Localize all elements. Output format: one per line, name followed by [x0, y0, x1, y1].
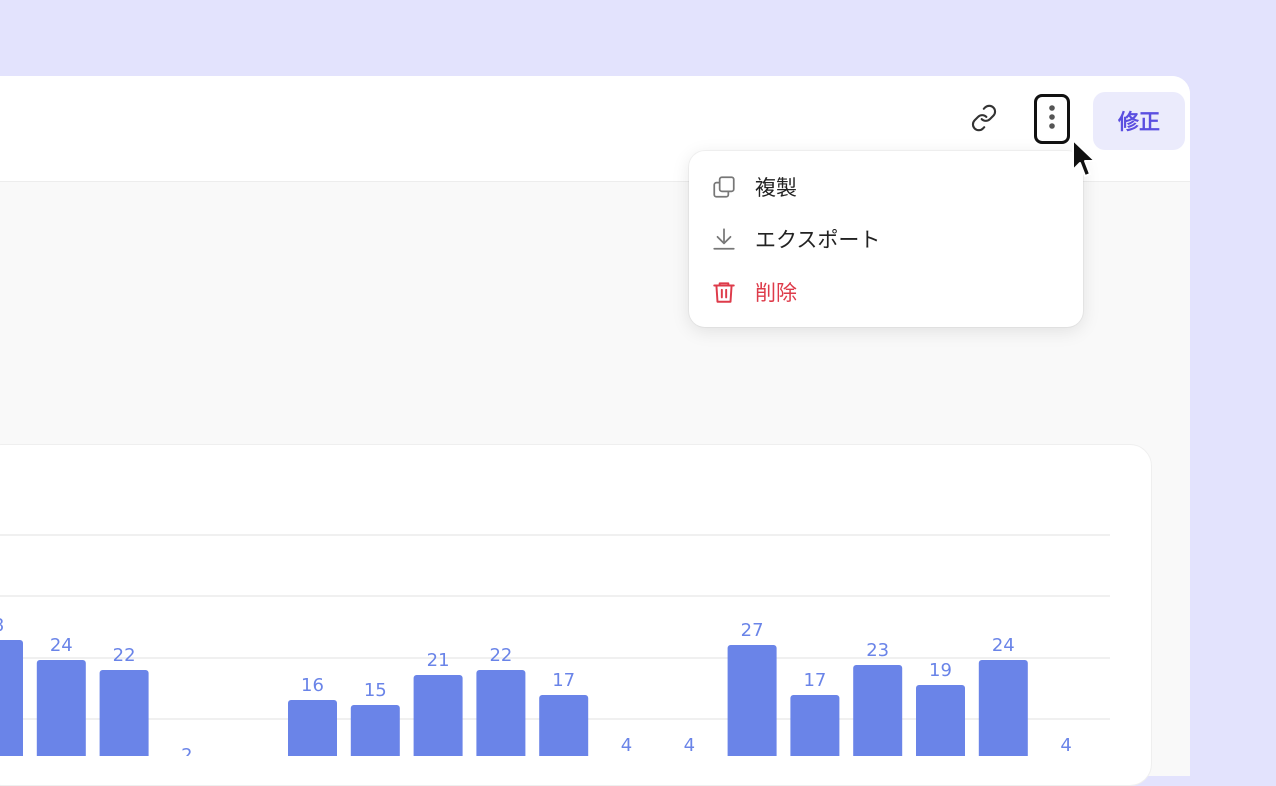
chart-bar-label: 15	[364, 680, 387, 701]
chart-bar-label: 23	[866, 640, 889, 661]
trash-icon	[709, 277, 739, 307]
chart-bar-label: 4	[1060, 735, 1071, 756]
chart-bar	[790, 695, 840, 756]
chart-bar-label: 8	[0, 615, 4, 636]
more-options-button[interactable]	[1034, 94, 1070, 144]
chart-bar-label: 24	[50, 635, 73, 656]
chart-bar-label: 17	[552, 670, 575, 691]
chart-bar	[0, 640, 23, 756]
chart-bar-label: 16	[301, 675, 324, 696]
chart-bar-label: 2	[181, 745, 192, 756]
chart-bar-label: 19	[929, 660, 952, 681]
chart-bar-label: 22	[113, 645, 136, 666]
chart-bar	[288, 700, 337, 756]
chart-bar	[727, 645, 777, 756]
chart-bar-label: 4	[684, 735, 695, 756]
chart-bar-label: 21	[427, 650, 450, 671]
bar-chart: 82422216152122174427172319244	[0, 534, 1110, 756]
chart-bar-label: 24	[992, 635, 1015, 656]
chart-bar	[99, 670, 149, 756]
chart-bar	[350, 705, 400, 756]
mouse-cursor-icon	[1070, 138, 1100, 184]
menu-item-export[interactable]: エクスポート	[709, 219, 1063, 259]
menu-item-label: 削除	[755, 281, 797, 305]
chart-bar	[476, 670, 526, 756]
edit-button[interactable]: 修正	[1093, 92, 1185, 150]
copy-icon	[709, 172, 739, 202]
options-dropdown-menu: 複製 エクスポート 削除	[689, 151, 1083, 327]
menu-item-duplicate[interactable]: 複製	[709, 167, 1063, 207]
download-icon	[709, 224, 739, 254]
copy-link-button[interactable]	[964, 100, 1004, 140]
more-vertical-icon	[1047, 102, 1057, 136]
chart-bar-label: 27	[741, 620, 764, 641]
link-icon	[970, 104, 998, 136]
chart-bar	[413, 675, 463, 756]
chart-bar-label: 17	[803, 670, 826, 691]
chart-bar	[978, 660, 1028, 756]
menu-item-delete[interactable]: 削除	[709, 272, 1063, 312]
chart-bar	[916, 685, 965, 756]
chart-bar	[853, 665, 903, 756]
menu-item-label: 複製	[755, 176, 797, 200]
chart-bar	[539, 695, 589, 756]
menu-item-label: エクスポート	[755, 228, 881, 252]
chart-bar-label: 22	[489, 645, 512, 666]
chart-bar	[36, 660, 86, 756]
chart-bars: 82422216152122174427172319244	[0, 615, 1072, 756]
chart-bar-label: 4	[621, 735, 632, 756]
